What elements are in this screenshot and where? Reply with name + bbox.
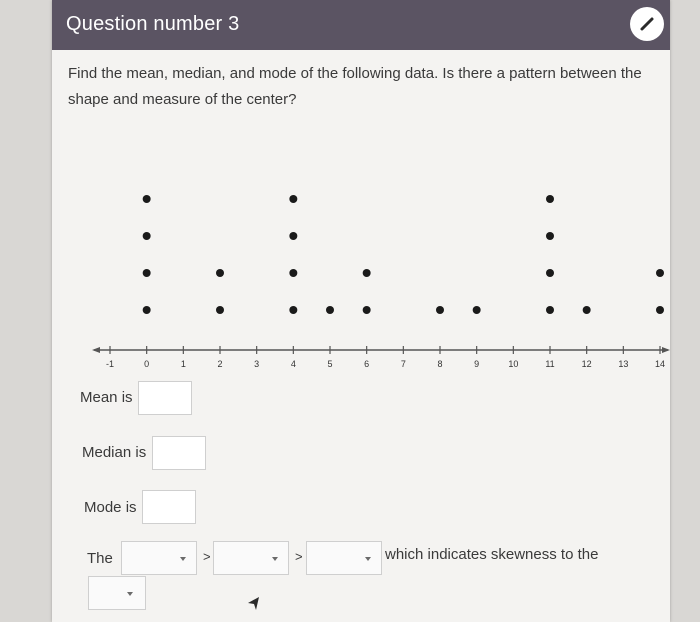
tick-label: 2 (217, 359, 222, 369)
tick-label: 5 (327, 359, 332, 369)
data-dot (326, 306, 334, 314)
data-dot (546, 232, 554, 240)
data-dot (472, 306, 481, 314)
chevron-down-icon (180, 557, 186, 561)
mean-input[interactable] (138, 381, 192, 415)
tick-label: 13 (618, 359, 628, 369)
data-dot (582, 306, 591, 314)
data-dot (289, 306, 298, 314)
measure-select-3[interactable] (306, 541, 382, 575)
mode-input[interactable] (142, 490, 196, 524)
skewness-text: which indicates skewness to the (385, 546, 599, 563)
data-dot (546, 306, 554, 314)
axis-left-arrow (92, 347, 100, 353)
data-dot (546, 269, 554, 277)
tick-label: 10 (508, 359, 518, 369)
tick-label: 1 (181, 359, 186, 369)
data-dot (436, 306, 444, 314)
data-dot (656, 269, 664, 277)
skew-direction-select[interactable] (88, 576, 146, 610)
dot-plot-chart: -1 0 1 2 3 4 5 6 7 8 9 10 11 12 13 14 (92, 195, 670, 369)
tick-label: 4 (291, 359, 296, 369)
axis-right-arrow (662, 347, 670, 353)
chevron-down-icon (365, 557, 371, 561)
comparison-prefix: The (87, 550, 113, 567)
data-dot (656, 306, 664, 314)
data-dot (142, 195, 151, 203)
tick-label: 9 (474, 359, 479, 369)
chevron-down-icon (127, 592, 133, 596)
chevron-down-icon (272, 557, 278, 561)
median-label: Median is (82, 444, 147, 461)
data-dot (289, 269, 298, 277)
median-input[interactable] (152, 436, 206, 470)
tick-label: 8 (437, 359, 442, 369)
data-dot (546, 195, 554, 203)
data-dot (289, 195, 298, 203)
greater-than-sign-2: > (295, 549, 303, 564)
data-dot (142, 306, 151, 314)
data-dot (362, 269, 371, 277)
mean-label: Mean is (80, 389, 133, 406)
data-dot (216, 269, 224, 277)
data-dot (362, 306, 371, 314)
tick-label: 14 (655, 359, 665, 369)
data-dot (142, 269, 151, 277)
tick-label: 12 (582, 359, 592, 369)
data-dot (289, 232, 298, 240)
greater-than-sign-1: > (203, 549, 211, 564)
tick-label: -1 (106, 359, 114, 369)
measure-select-1[interactable] (121, 541, 197, 575)
measure-select-2[interactable] (213, 541, 289, 575)
tick-label: 7 (401, 359, 406, 369)
data-dot (216, 306, 224, 314)
tick-label: 0 (144, 359, 149, 369)
tick-label: 11 (545, 359, 554, 369)
tick-label: 6 (364, 359, 369, 369)
mouse-cursor-icon (248, 597, 259, 610)
mode-label: Mode is (84, 499, 137, 516)
data-dot (142, 232, 151, 240)
tick-label: 3 (254, 359, 259, 369)
